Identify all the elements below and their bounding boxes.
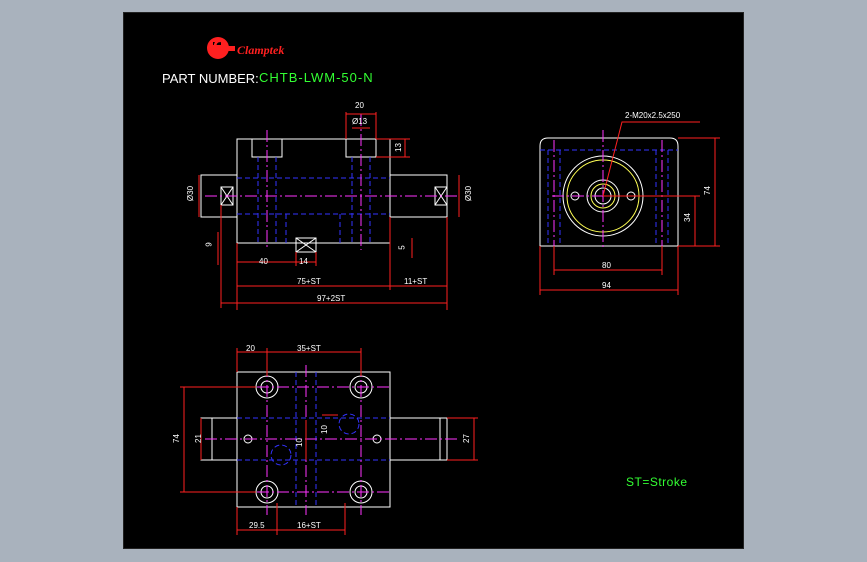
- dim-front-h9: 9: [204, 242, 214, 247]
- dim-front-dia13: Ø13: [352, 117, 368, 126]
- dim-top-35st: 35+ST: [297, 344, 321, 353]
- dim-front-dia30-left: Ø30: [186, 185, 196, 202]
- dim-side-80: 80: [602, 261, 611, 270]
- part-number-label: PART NUMBER:: [162, 71, 259, 86]
- dim-side-34: 34: [682, 213, 692, 222]
- dim-front-11st: 11+ST: [404, 277, 428, 286]
- dim-front-dia30-right: Ø30: [464, 185, 474, 202]
- dim-top-295: 29.5: [249, 521, 265, 530]
- front-rod-right: [389, 174, 448, 218]
- dim-front-h13: 13: [393, 143, 403, 152]
- dim-front-14: 14: [299, 257, 308, 266]
- stroke-legend: ST=Stroke: [626, 475, 688, 489]
- dim-front-75st: 75+ST: [297, 277, 321, 286]
- dim-top-21: 21: [193, 434, 203, 443]
- dim-top-10b: 10: [319, 425, 329, 434]
- dim-top-10a: 10: [294, 438, 304, 447]
- side-body-outline: [539, 137, 679, 247]
- front-hidden-lines: [237, 157, 390, 243]
- dim-top-27: 27: [461, 434, 471, 443]
- dim-front-20: 20: [355, 101, 364, 110]
- dim-side-74: 74: [702, 186, 712, 195]
- front-centerlines: [205, 114, 460, 250]
- cad-drawing: [180, 37, 720, 535]
- dim-top-74: 74: [171, 434, 181, 443]
- top-view: [180, 348, 478, 535]
- dim-top-20: 20: [246, 344, 255, 353]
- brand-logo-letter: G: [213, 37, 228, 57]
- dim-top-16st: 16+ST: [297, 521, 321, 530]
- dim-front-97st: 97+2ST: [317, 294, 346, 303]
- side-view: [539, 121, 720, 295]
- dim-front-40: 40: [259, 257, 268, 266]
- part-number-value: CHTB-LWM-50-N: [259, 70, 374, 85]
- dim-side-94: 94: [602, 281, 611, 290]
- front-body-outline: [236, 138, 391, 244]
- brand-name: Clamptek: [237, 43, 285, 57]
- dim-side-thread: 2-M20x2.5x250: [625, 111, 681, 120]
- dim-front-h5: 5: [397, 245, 407, 250]
